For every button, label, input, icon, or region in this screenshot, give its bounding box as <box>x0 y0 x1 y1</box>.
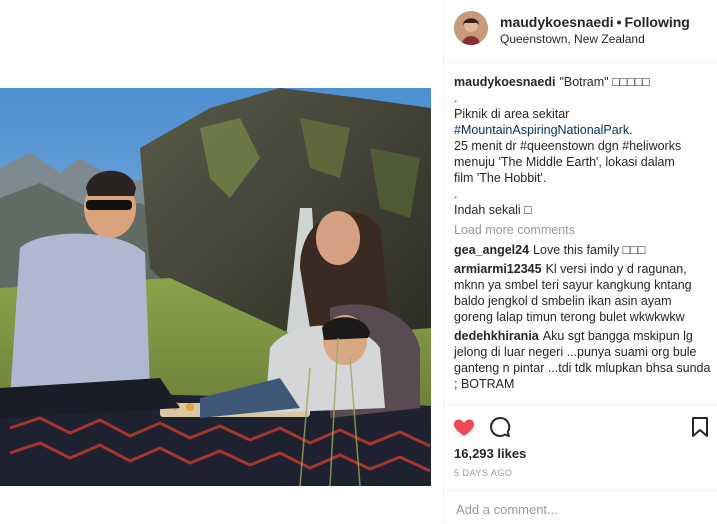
post-side-panel: maudykoesnaedi • Following Queenstown, New… <box>443 0 717 523</box>
caption-line: menuju 'The Middle Earth', lokasi dalam <box>454 155 675 169</box>
comment-item: armiarmi12345 Kl versi indo y d ragunan, … <box>454 261 712 325</box>
caption-line: "Botram" □□□□□ <box>559 75 650 89</box>
hashtag-link[interactable]: #MountainAspiringNationalPark. <box>454 122 712 138</box>
caption-line: . <box>454 91 458 105</box>
comment-username[interactable]: dedehkhirania <box>454 329 539 343</box>
caption-line: Piknik di area sekitar <box>454 107 570 121</box>
add-comment-input[interactable] <box>454 499 708 519</box>
following-button[interactable]: Following <box>625 14 690 30</box>
avatar[interactable] <box>454 11 488 45</box>
caption-username[interactable]: maudykoesnaedi <box>454 75 555 89</box>
caption-line: Indah sekali □ <box>454 203 532 217</box>
header-separator: • <box>616 14 622 30</box>
caption: maudykoesnaedi "Botram" □□□□□ . Piknik di… <box>454 74 712 218</box>
caption-line: . <box>454 187 458 201</box>
action-bar <box>444 404 717 447</box>
location-link[interactable]: Queenstown, New Zealand <box>500 32 645 46</box>
add-comment-bar <box>444 490 717 524</box>
likes-count[interactable]: 16,293 likes <box>454 446 526 461</box>
post-header: maudykoesnaedi • Following Queenstown, New… <box>444 0 717 63</box>
comment-username[interactable]: armiarmi12345 <box>454 262 542 276</box>
comment-text: Love this family □□□ <box>533 243 646 257</box>
heart-icon[interactable] <box>452 415 476 439</box>
comments-list: maudykoesnaedi "Botram" □□□□□ . Piknik di… <box>454 74 712 406</box>
post-timestamp: 5 DAYS AGO <box>454 468 513 478</box>
header-user-line: maudykoesnaedi • Following <box>500 14 690 30</box>
comment-item: dedehkhirania Aku sgt bangga mskipun lg j… <box>454 328 712 392</box>
caption-line: 25 menit dr #queenstown dgn #heliworks <box>454 139 682 153</box>
bookmark-icon[interactable] <box>688 415 712 439</box>
header-username[interactable]: maudykoesnaedi <box>500 14 614 30</box>
post-photo[interactable] <box>0 88 431 486</box>
load-more-comments-button[interactable]: Load more comments <box>454 222 712 238</box>
comment-username[interactable]: gea_angel24 <box>454 243 529 257</box>
comment-icon[interactable] <box>488 415 512 439</box>
caption-line: film 'The Hobbit'. <box>454 171 547 185</box>
post-media-area <box>0 0 443 523</box>
comment-item: gea_angel24 Love this family □□□ <box>454 242 712 258</box>
